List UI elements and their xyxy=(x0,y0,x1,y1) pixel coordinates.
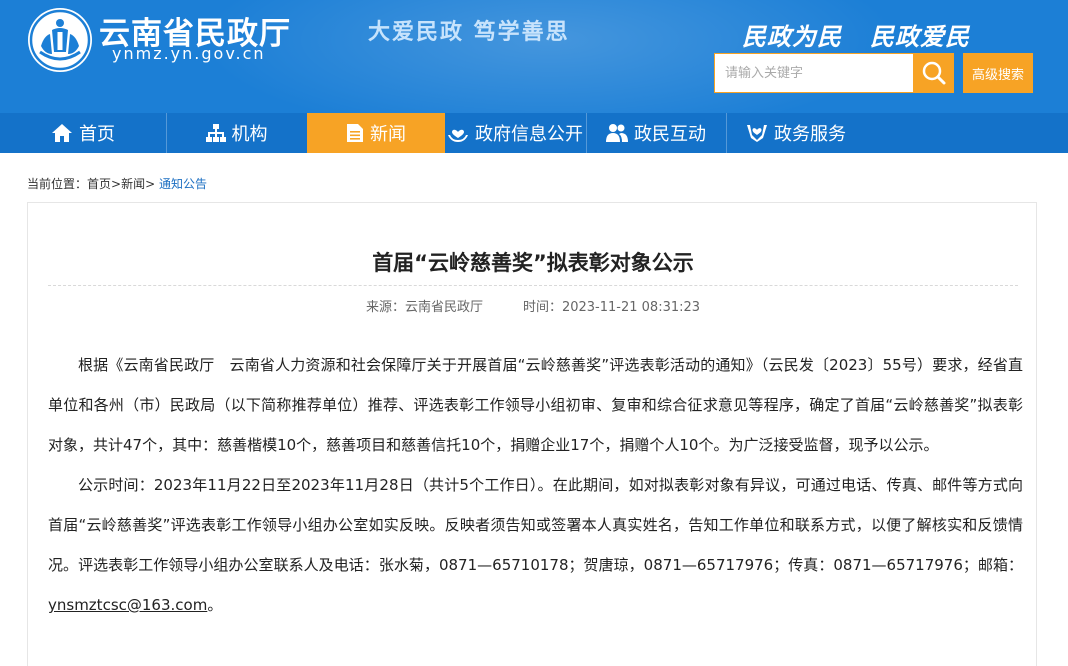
contact-email-link[interactable]: ynsmztcsc@163.com xyxy=(48,596,207,614)
article-meta: 来源：云南省民政厅 时间：2023-11-21 08:31:23 xyxy=(28,296,1038,315)
breadcrumb-separator: > xyxy=(145,177,156,191)
article-paragraph-2: 公示时间：2023年11月22日至2023年11月28日（共计5个工作日）。在此… xyxy=(48,465,1023,625)
breadcrumb-separator: > xyxy=(111,177,122,191)
document-icon xyxy=(347,124,363,142)
nav-item-org[interactable]: 机构 xyxy=(167,113,306,153)
breadcrumb: 当前位置：首页>新闻> 通知公告 xyxy=(27,175,207,192)
nav-item-services[interactable]: 政务服务 xyxy=(727,113,865,153)
nav-item-label: 政务服务 xyxy=(774,124,846,145)
advanced-search-button[interactable]: 高级搜索 xyxy=(963,53,1033,93)
site-header: 云南省民政厅 ynmz.yn.gov.cn 大爱民政 笃学善思 民政为民 民政爱… xyxy=(0,0,1068,113)
breadcrumb-prefix: 当前位置： xyxy=(27,177,88,191)
site-domain: ynmz.yn.gov.cn xyxy=(112,44,266,63)
search-icon xyxy=(922,61,946,85)
slogan-right-1: 民政为民 xyxy=(742,23,842,51)
search-input[interactable] xyxy=(714,53,914,93)
article-time: 时间：2023-11-21 08:31:23 xyxy=(522,300,701,315)
people-icon xyxy=(606,124,628,142)
nav-item-gov-info[interactable]: 政府信息公开 xyxy=(445,113,585,153)
hand-heart-icon xyxy=(448,129,468,142)
heart-hands-icon xyxy=(747,125,767,142)
article-paragraph-2-text: 公示时间：2023年11月22日至2023年11月28日（共计5个工作日）。在此… xyxy=(48,476,1023,574)
title-divider xyxy=(48,285,1018,286)
article-paragraph-2-end: 。 xyxy=(207,596,223,614)
slogan-right-2: 民政爱民 xyxy=(870,23,970,51)
article-title: 首届“云岭慈善奖”拟表彰对象公示 xyxy=(372,251,694,275)
nav-item-label: 政民互动 xyxy=(634,124,706,145)
site-logo-icon[interactable] xyxy=(28,8,92,72)
article-source: 来源：云南省民政厅 xyxy=(365,300,483,315)
nav-item-label: 机构 xyxy=(231,124,268,145)
home-icon xyxy=(52,124,72,142)
nav-item-home[interactable]: 首页 xyxy=(0,113,166,153)
nav-item-label: 新闻 xyxy=(370,124,406,145)
main-nav: 首页 机构 新闻 政府信息公开 政民互动 政务服务 xyxy=(0,113,1068,153)
breadcrumb-current-link[interactable]: 通知公告 xyxy=(159,177,207,191)
nav-item-label: 首页 xyxy=(79,124,115,145)
article-paragraph-1: 根据《云南省民政厅 云南省人力资源和社会保障厅关于开展首届“云岭慈善奖”评选表彰… xyxy=(48,356,1023,454)
breadcrumb-news-link[interactable]: 新闻 xyxy=(121,177,145,191)
org-chart-icon xyxy=(205,124,226,142)
search-button[interactable] xyxy=(914,53,954,93)
breadcrumb-home-link[interactable]: 首页 xyxy=(87,177,111,191)
article-panel: 首届“云岭慈善奖”拟表彰对象公示 来源：云南省民政厅 时间：2023-11-21 … xyxy=(27,202,1037,666)
nav-item-interaction[interactable]: 政民互动 xyxy=(587,113,725,153)
article-content: 根据《云南省民政厅 云南省人力资源和社会保障厅关于开展首届“云岭慈善奖”评选表彰… xyxy=(48,345,1023,625)
slogan-center: 大爱民政 笃学善思 xyxy=(368,19,570,45)
nav-item-label: 政府信息公开 xyxy=(475,124,583,145)
nav-item-news[interactable]: 新闻 xyxy=(307,113,445,153)
